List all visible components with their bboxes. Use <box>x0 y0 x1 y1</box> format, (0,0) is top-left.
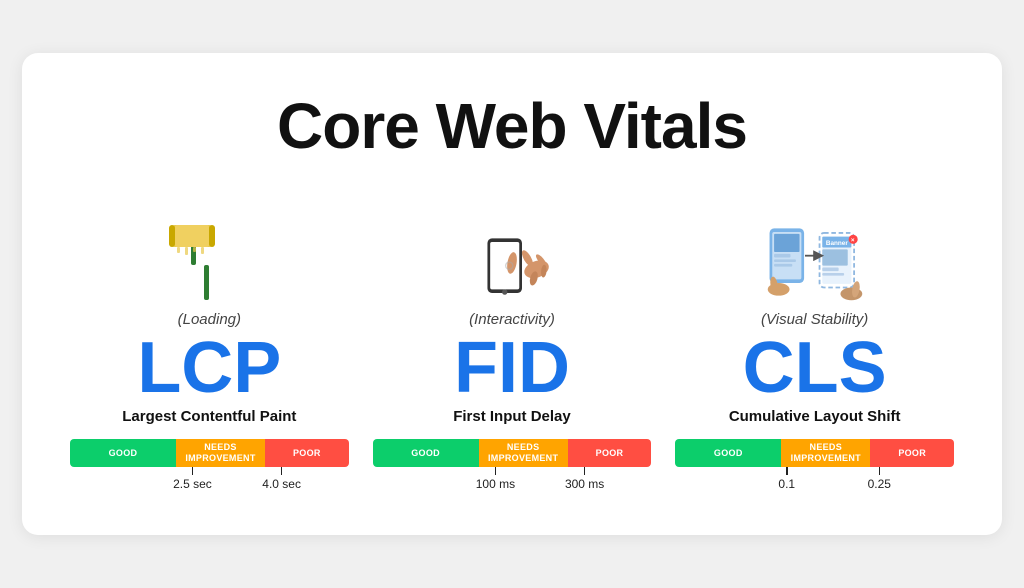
cls-tick-value-2: 0.25 <box>868 477 891 491</box>
fid-subtitle: (Interactivity) <box>469 311 555 328</box>
vitals-grid: (Loading) LCP Largest Contentful Paint G… <box>70 195 954 495</box>
lcp-full-name: Largest Contentful Paint <box>122 408 296 425</box>
fid-tick-value-2: 300 ms <box>565 477 604 491</box>
cls-full-name: Cumulative Layout Shift <box>729 408 901 425</box>
lcp-tick-value-1: 2.5 sec <box>173 477 212 491</box>
lcp-tick-line-1 <box>192 467 194 475</box>
lcp-subtitle: (Loading) <box>178 311 241 328</box>
finger-phone-icon <box>462 230 562 305</box>
fid-bar-needs: NEEDSIMPROVEMENT <box>479 439 568 467</box>
cls-good-label: GOOD <box>714 448 743 459</box>
fid-tick-line-1 <box>495 467 497 475</box>
lcp-tick-2: 4.0 sec <box>262 467 301 491</box>
lcp-bar-good: GOOD <box>70 439 176 467</box>
cls-subtitle: (Visual Stability) <box>761 311 868 328</box>
cls-icon-area: Banner × <box>765 195 865 305</box>
fid-needs-label: NEEDSIMPROVEMENT <box>488 442 558 464</box>
cls-tick-2: 0.25 <box>868 467 891 491</box>
cls-bar-needs: NEEDSIMPROVEMENT <box>781 439 870 467</box>
cls-needs-label: NEEDSIMPROVEMENT <box>791 442 861 464</box>
cls-bar-container: GOOD NEEDSIMPROVEMENT POOR 0.1 <box>675 439 954 495</box>
fid-bar-good: GOOD <box>373 439 479 467</box>
layout-shift-icon: Banner × <box>765 220 865 305</box>
lcp-bar-track: GOOD NEEDSIMPROVEMENT POOR <box>70 439 349 467</box>
lcp-tick-line-2 <box>281 467 283 475</box>
cls-tick-row: 0.1 0.25 <box>675 467 954 495</box>
paint-roller-icon <box>169 215 249 305</box>
lcp-tick-row: 2.5 sec 4.0 sec <box>70 467 349 495</box>
svg-text:Banner: Banner <box>826 240 848 247</box>
cls-tick-line-2 <box>879 467 881 475</box>
fid-bar-container: GOOD NEEDSIMPROVEMENT POOR 100 ms <box>373 439 652 495</box>
lcp-poor-label: POOR <box>293 448 321 459</box>
cls-tick-value-1: 0.1 <box>778 477 795 491</box>
cls-bar-good: GOOD <box>675 439 781 467</box>
page-title: Core Web Vitals <box>70 89 954 163</box>
cls-bar-track: GOOD NEEDSIMPROVEMENT POOR <box>675 439 954 467</box>
fid-tick-value-1: 100 ms <box>476 477 515 491</box>
fid-good-label: GOOD <box>411 448 440 459</box>
lcp-good-label: GOOD <box>109 448 138 459</box>
vital-fid: (Interactivity) FID First Input Delay GO… <box>373 195 652 495</box>
cls-bar-poor: POOR <box>870 439 954 467</box>
fid-acronym: FID <box>454 332 570 404</box>
svg-text:×: × <box>851 237 855 244</box>
lcp-tick-1: 2.5 sec <box>173 467 212 491</box>
fid-poor-label: POOR <box>596 448 624 459</box>
cls-tick-1: 0.1 <box>778 467 795 491</box>
vital-lcp: (Loading) LCP Largest Contentful Paint G… <box>70 195 349 495</box>
fid-tick-line-2 <box>584 467 586 475</box>
fid-bar-track: GOOD NEEDSIMPROVEMENT POOR <box>373 439 652 467</box>
lcp-bar-poor: POOR <box>265 439 349 467</box>
lcp-acronym: LCP <box>137 332 281 404</box>
vital-cls: Banner × <box>675 195 954 495</box>
fid-tick-2: 300 ms <box>565 467 604 491</box>
fid-icon-area <box>462 195 562 305</box>
lcp-bar-needs: NEEDSIMPROVEMENT <box>176 439 265 467</box>
lcp-icon-area <box>169 195 249 305</box>
lcp-tick-value-2: 4.0 sec <box>262 477 301 491</box>
fid-bar-poor: POOR <box>568 439 652 467</box>
fid-tick-1: 100 ms <box>476 467 515 491</box>
cls-tick-line-1 <box>786 467 788 475</box>
cls-poor-label: POOR <box>898 448 926 459</box>
cls-acronym: CLS <box>743 332 887 404</box>
lcp-bar-container: GOOD NEEDSIMPROVEMENT POOR 2.5 sec <box>70 439 349 495</box>
fid-tick-row: 100 ms 300 ms <box>373 467 652 495</box>
lcp-needs-label: NEEDSIMPROVEMENT <box>185 442 255 464</box>
core-web-vitals-card: Core Web Vitals <box>22 53 1002 535</box>
fid-full-name: First Input Delay <box>453 408 571 425</box>
